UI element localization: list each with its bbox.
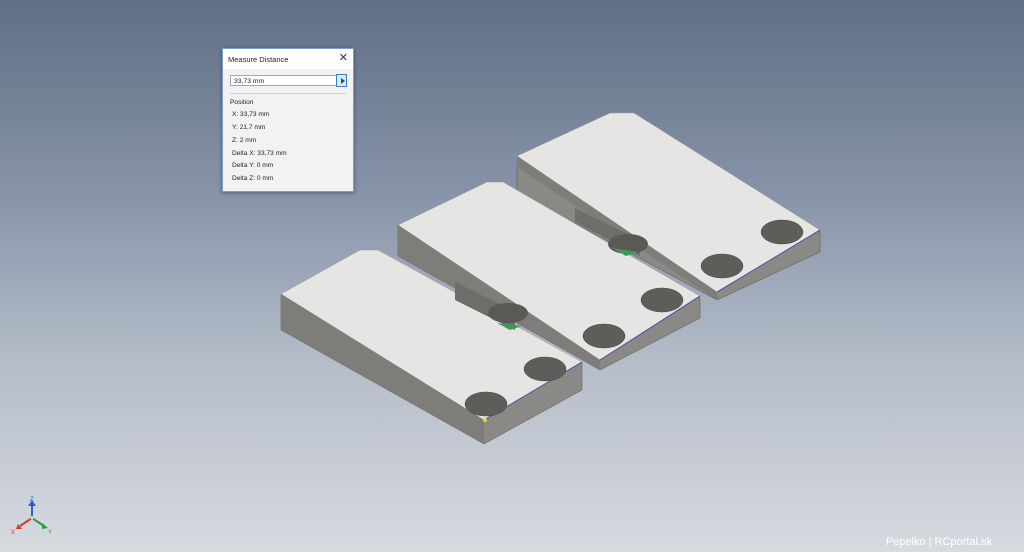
dialog-titlebar[interactable]: Measure Distance ✕ — [223, 49, 353, 69]
watermark-text: Pepelko | RCportal.sk — [885, 536, 992, 548]
3d-viewport[interactable] — [0, 0, 1024, 552]
measure-distance-dialog: Measure Distance ✕ 33,73 mm Position X: … — [222, 48, 354, 192]
measurement-dropdown-button[interactable] — [336, 74, 347, 87]
measure-point — [483, 418, 487, 422]
axis-triad[interactable]: Z X Y — [8, 496, 58, 546]
axis-y-label: Y — [48, 530, 52, 536]
measurement-field[interactable]: 33,73 mm — [230, 75, 343, 86]
position-z: Z: 2 mm — [232, 137, 257, 144]
close-icon[interactable]: ✕ — [339, 53, 348, 64]
dialog-separator — [230, 93, 346, 94]
delta-y: Delta Y: 0 mm — [232, 162, 274, 169]
axis-x-label: X — [11, 530, 15, 536]
delta-z: Delta Z: 0 mm — [232, 175, 274, 182]
axis-z-label: Z — [30, 497, 34, 503]
position-label: Position — [230, 99, 254, 106]
position-y: Y: 21,7 mm — [232, 124, 266, 131]
delta-x: Delta X: 33,73 mm — [232, 150, 287, 157]
part-model[interactable] — [280, 112, 821, 445]
position-x: X: 33,73 mm — [232, 111, 270, 118]
dialog-title: Measure Distance — [228, 55, 289, 64]
